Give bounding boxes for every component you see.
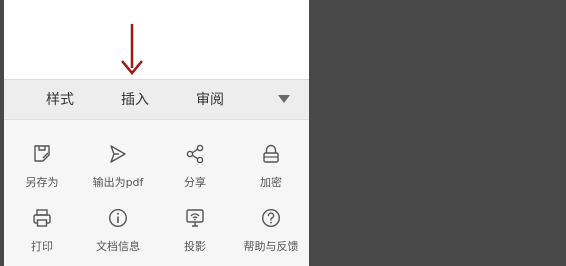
tab-review[interactable]: 审阅 <box>180 80 240 120</box>
lock-icon <box>263 144 279 163</box>
dark-background-area <box>309 0 566 266</box>
share-button[interactable]: 分享 <box>157 144 233 200</box>
tab-insert[interactable]: 插入 <box>105 80 165 120</box>
down-arrow-icon <box>121 24 143 75</box>
help-icon <box>261 208 281 228</box>
file-tools-panel: 另存为 输出为pdf 分享 加密 打印 文档信息 投影 帮助与反馈 <box>4 120 309 266</box>
help-feedback-button[interactable]: 帮助与反馈 <box>233 208 309 264</box>
print-button[interactable]: 打印 <box>4 208 80 264</box>
doc-info-button[interactable]: 文档信息 <box>80 208 156 264</box>
export-pdf-button[interactable]: 输出为pdf <box>80 144 156 200</box>
export-pdf-label: 输出为pdf <box>92 176 144 189</box>
app-screen: 样式 插入 审阅 另存为 输出为pdf 分享 加密 打印 文档信息 投影 帮助与… <box>4 0 309 266</box>
projection-label: 投影 <box>184 240 206 253</box>
print-label: 打印 <box>31 240 53 253</box>
document-area <box>4 0 309 79</box>
send-arrow-icon <box>110 145 126 163</box>
share-label: 分享 <box>184 176 206 189</box>
save-as-label: 另存为 <box>25 176 59 189</box>
projection-button[interactable]: 投影 <box>157 208 233 264</box>
printer-icon <box>33 209 51 227</box>
info-icon <box>108 208 128 228</box>
toolbar-tabs: 样式 插入 审阅 <box>4 79 309 120</box>
save-as-button[interactable]: 另存为 <box>4 144 80 200</box>
help-feedback-label: 帮助与反馈 <box>243 240 299 253</box>
doc-info-label: 文档信息 <box>96 240 140 253</box>
projector-icon <box>186 209 204 227</box>
encrypt-button[interactable]: 加密 <box>233 144 309 200</box>
tab-style[interactable]: 样式 <box>30 80 90 120</box>
save-as-icon <box>34 145 50 162</box>
chevron-down-icon[interactable] <box>278 95 290 103</box>
encrypt-label: 加密 <box>260 176 282 189</box>
share-icon <box>186 144 204 164</box>
